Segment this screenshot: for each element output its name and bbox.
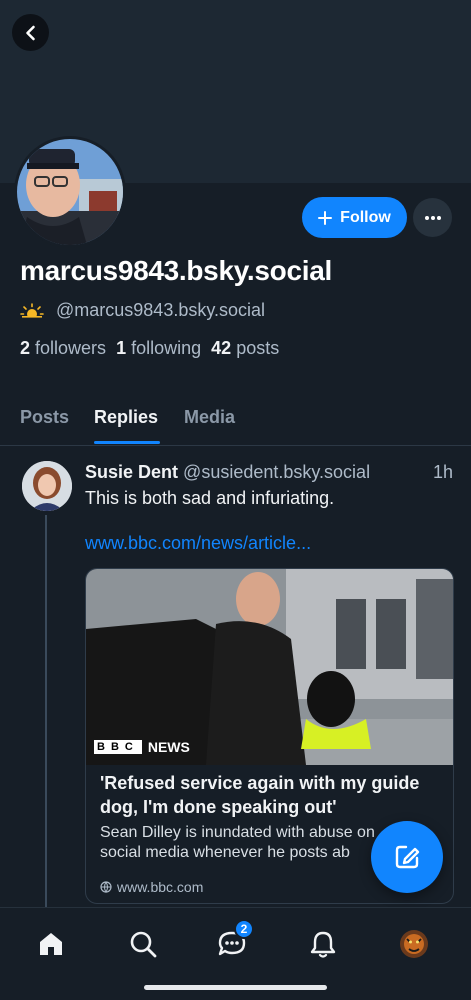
compose-button[interactable] — [371, 821, 443, 893]
author-handle: @susiedent.bsky.social — [183, 462, 371, 482]
follow-button[interactable]: Follow — [302, 197, 407, 238]
post-link[interactable]: www.bbc.com/news/article... — [85, 533, 311, 554]
post-time: 1h — [432, 462, 453, 482]
plus-icon — [318, 210, 333, 225]
tab-media[interactable]: Media — [184, 407, 235, 428]
handle: @marcus9843.bsky.social — [56, 300, 266, 320]
profile-stats: 2 followers 1 following 42 posts — [20, 338, 279, 359]
card-description: Sean Dilley is inundated with abuse on s… — [100, 824, 375, 861]
tab-posts[interactable]: Posts — [20, 407, 69, 428]
bbc-news-logo: BBC NEWS — [94, 739, 190, 755]
bbc-logo-brand: BBC — [94, 740, 142, 754]
nav-home[interactable] — [31, 924, 71, 964]
home-icon — [40, 933, 62, 955]
more-options-button[interactable] — [413, 198, 452, 237]
nav-profile[interactable] — [394, 924, 434, 964]
author-photo — [22, 461, 72, 511]
avatar-photo — [17, 139, 123, 245]
posts-stat: 42 posts — [211, 338, 280, 358]
chat-badge: 2 — [234, 919, 254, 939]
compose-icon — [395, 845, 420, 869]
post-author-avatar[interactable] — [22, 461, 72, 511]
post-author[interactable]: Susie Dent @susiedent.bsky.social — [85, 462, 370, 483]
profile-avatar-icon — [400, 930, 428, 958]
handle-row: @marcus9843.bsky.social — [20, 300, 265, 321]
followers-stat[interactable]: 2 followers — [20, 338, 106, 359]
sun-behind-cloud-icon — [20, 302, 44, 319]
card-domain: www.bbc.com — [100, 879, 203, 895]
chevron-left-icon — [25, 25, 35, 40]
bbc-logo-label: NEWS — [147, 739, 190, 755]
nav-notifications[interactable] — [303, 924, 343, 964]
display-name: marcus9843.bsky.social — [20, 255, 332, 286]
back-button[interactable] — [12, 14, 49, 51]
bell-icon — [310, 931, 336, 958]
thread-line — [45, 515, 47, 910]
ellipsis-icon — [424, 215, 441, 220]
tab-replies[interactable]: Replies — [94, 407, 158, 428]
home-indicator — [144, 985, 327, 990]
follow-label: Follow — [340, 208, 391, 226]
profile-avatar[interactable] — [14, 136, 126, 248]
post-text: This is both sad and infuriating. — [85, 488, 335, 508]
globe-icon — [100, 881, 112, 893]
profile-tabs: Posts Replies Media — [0, 395, 471, 446]
search-icon — [130, 931, 157, 958]
card-image: BBC NEWS — [86, 569, 453, 765]
active-tab-indicator — [94, 441, 160, 444]
author-name: Susie Dent — [85, 462, 179, 482]
nav-search[interactable] — [123, 924, 163, 964]
following-stat[interactable]: 1 following — [116, 338, 201, 359]
card-title: 'Refused service again with my guide dog… — [100, 773, 420, 817]
